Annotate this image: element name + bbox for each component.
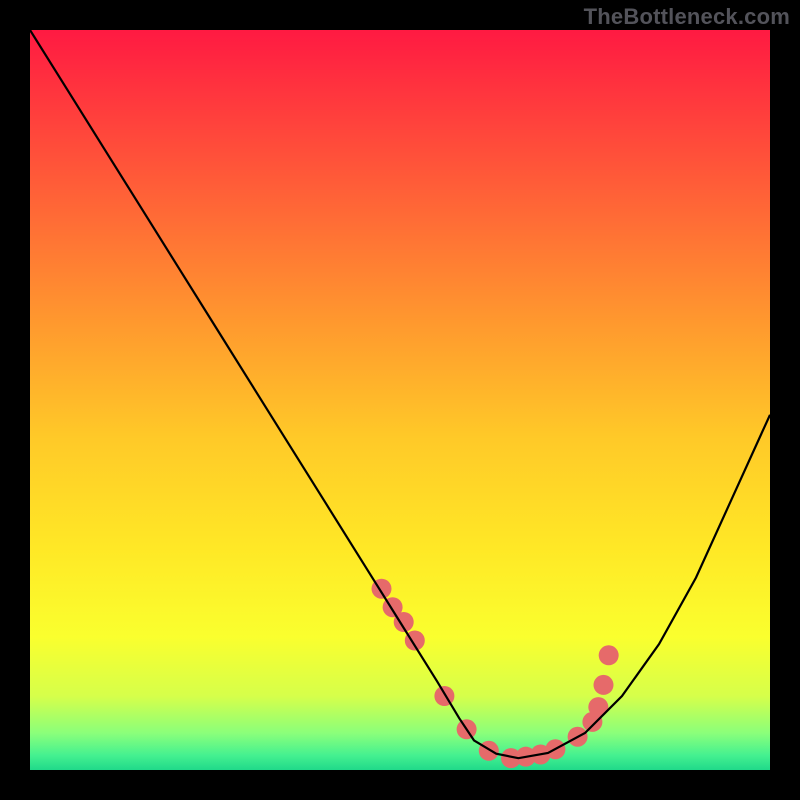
data-point: [434, 686, 454, 706]
chart-container: TheBottleneck.com: [0, 0, 800, 800]
data-point: [479, 741, 499, 761]
plot-area: [30, 30, 770, 770]
data-point: [599, 645, 619, 665]
chart-svg: [30, 30, 770, 770]
watermark-text: TheBottleneck.com: [584, 4, 790, 30]
data-point: [594, 675, 614, 695]
gradient-background: [30, 30, 770, 770]
